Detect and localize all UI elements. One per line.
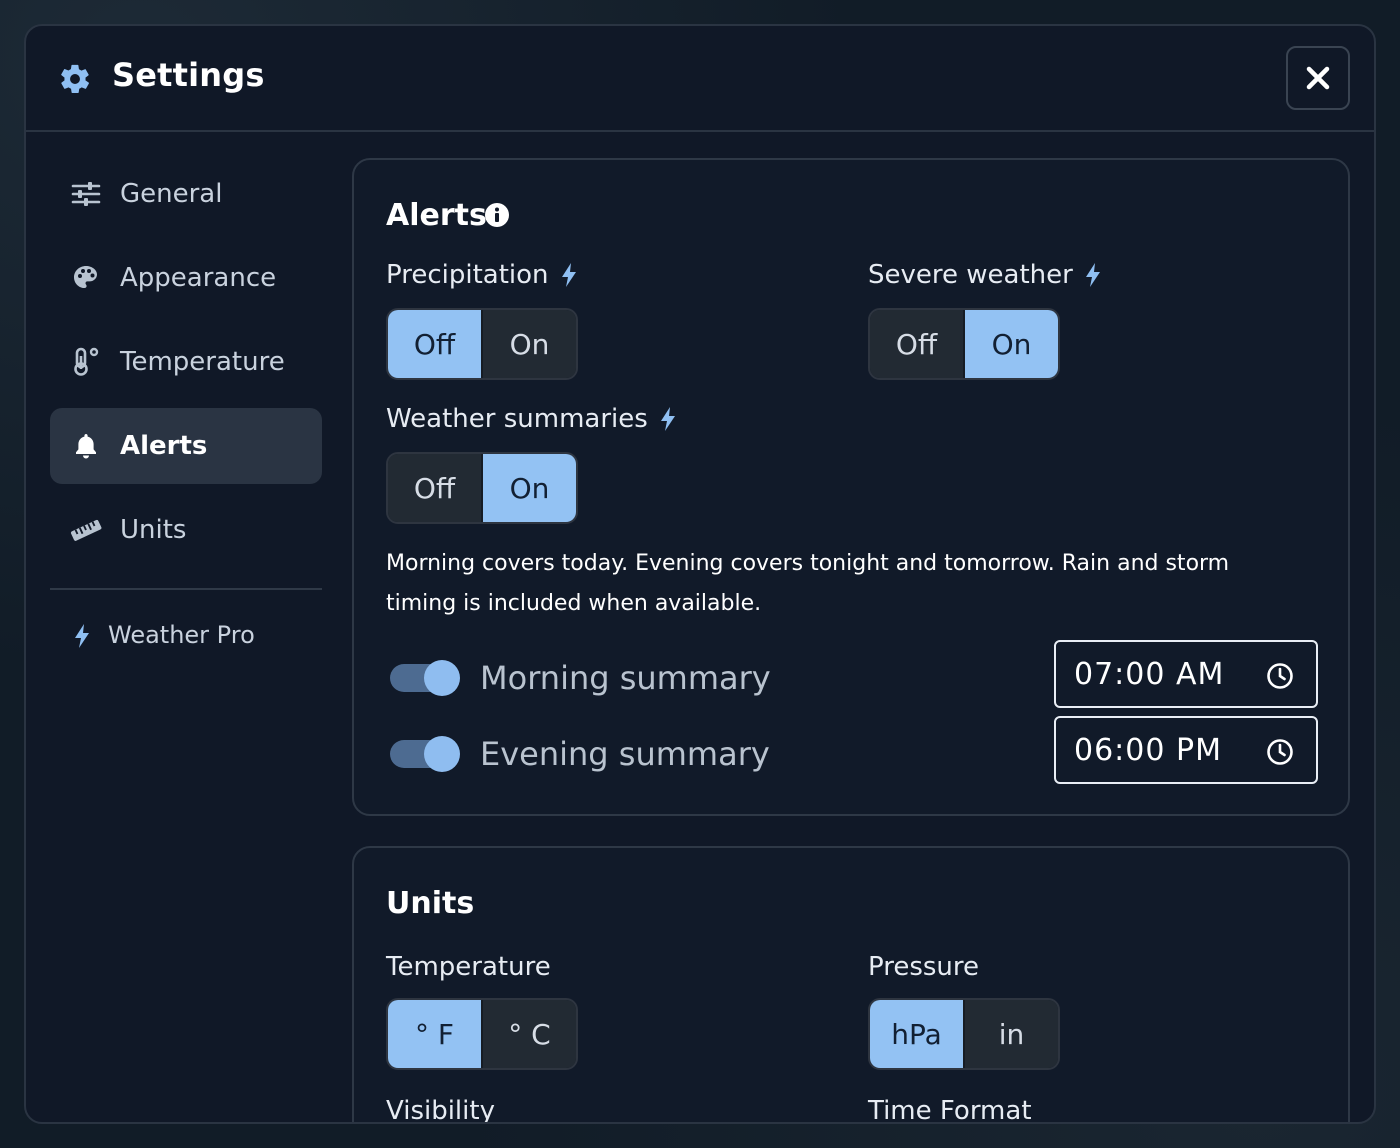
sliders-icon [70,180,102,208]
thermometer-icon [70,347,102,376]
weather-summaries-on-option[interactable]: On [481,454,576,522]
fahrenheit-option[interactable]: ° F [388,1000,481,1068]
alerts-panel: Alerts Precipitation Off On Severe weath… [352,158,1350,816]
severe-weather-label-text: Severe weather [868,260,1073,290]
severe-weather-on-option[interactable]: On [963,310,1058,378]
precipitation-on-option[interactable]: On [481,310,576,378]
hpa-option[interactable]: hPa [870,1000,963,1068]
evening-summary-row: Evening summary [388,724,770,784]
bolt-icon [1085,263,1100,287]
visibility-unit-label: Visibility [386,1096,495,1124]
bolt-icon [660,407,675,431]
weather-summaries-label: Weather summaries [386,404,676,434]
bell-icon [70,432,102,460]
sidebar: General Appearance Temperature Alerts Un… [50,156,322,680]
switch-knob [424,736,460,772]
inches-option[interactable]: in [963,1000,1058,1068]
celsius-option[interactable]: ° C [481,1000,576,1068]
sidebar-item-label: Temperature [120,347,285,377]
time-format-label: Time Format [868,1096,1032,1124]
sidebar-item-label: Alerts [120,431,208,461]
summaries-description: Morning covers today. Evening covers ton… [386,551,1230,616]
precipitation-off-option[interactable]: Off [388,310,481,378]
ruler-icon [70,516,102,544]
bolt-icon [74,624,90,652]
page-title: Settings [112,56,265,94]
bolt-icon [561,263,576,287]
severe-weather-off-option[interactable]: Off [870,310,963,378]
weather-pro-label: Weather Pro [108,621,255,649]
morning-time-value: 07:00 AM [1074,656,1225,692]
info-icon[interactable] [484,202,510,232]
modal-header: Settings [26,26,1374,132]
sidebar-item-units[interactable]: Units [50,492,322,568]
evening-time-input[interactable]: 06:00 PM [1054,716,1318,784]
settings-modal: Settings General Appearance Temperature … [24,24,1376,1124]
morning-summary-label: Morning summary [480,659,771,697]
pressure-unit-toggle: hPa in [868,998,1060,1070]
evening-time-value: 06:00 PM [1074,732,1222,768]
alerts-title: Alerts [386,198,487,233]
sidebar-item-alerts[interactable]: Alerts [50,408,322,484]
close-button[interactable] [1286,46,1350,110]
weather-pro-link[interactable]: Weather Pro [50,590,322,680]
sidebar-item-temperature[interactable]: Temperature [50,324,322,400]
precipitation-toggle: Off On [386,308,578,380]
units-panel: Units Temperature ° F ° C Pressure hPa i… [352,846,1350,1124]
clock-icon[interactable] [1266,662,1294,690]
evening-summary-label: Evening summary [480,735,770,773]
switch-knob [424,660,460,696]
severe-weather-label: Severe weather [868,260,1101,290]
morning-summary-switch[interactable] [388,658,462,698]
precipitation-label: Precipitation [386,260,577,290]
temperature-unit-toggle: ° F ° C [386,998,578,1070]
precipitation-label-text: Precipitation [386,260,549,290]
sidebar-item-label: Units [120,515,187,545]
pressure-unit-label: Pressure [868,952,980,982]
clock-icon[interactable] [1266,738,1294,766]
gear-icon [61,64,89,94]
sidebar-item-appearance[interactable]: Appearance [50,240,322,316]
sidebar-item-label: General [120,179,223,209]
close-icon [1306,66,1330,90]
units-title: Units [386,886,475,921]
weather-summaries-label-text: Weather summaries [386,404,648,434]
temperature-unit-label: Temperature [386,952,551,982]
palette-icon [70,264,102,292]
morning-summary-row: Morning summary [388,648,771,708]
weather-summaries-toggle: Off On [386,452,578,524]
severe-weather-toggle: Off On [868,308,1060,380]
evening-summary-switch[interactable] [388,734,462,774]
sidebar-item-general[interactable]: General [50,156,322,232]
weather-summaries-off-option[interactable]: Off [388,454,481,522]
sidebar-item-label: Appearance [120,263,277,293]
morning-time-input[interactable]: 07:00 AM [1054,640,1318,708]
